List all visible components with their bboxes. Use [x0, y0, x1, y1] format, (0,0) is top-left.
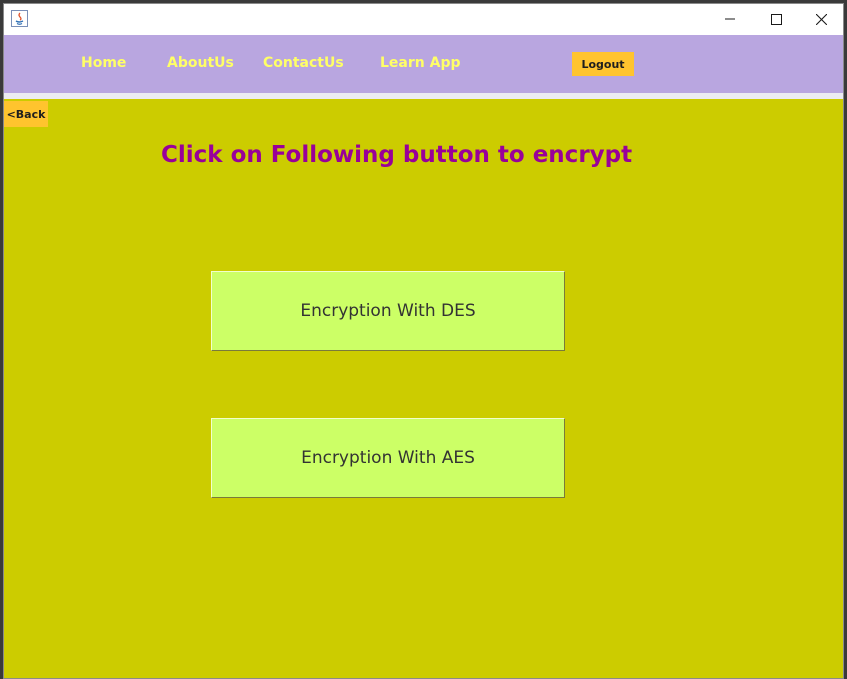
nav-bar: Home AboutUs ContactUs Learn App Logout [4, 35, 843, 93]
app-window: Home AboutUs ContactUs Learn App Logout … [3, 3, 844, 679]
java-app-icon [11, 10, 28, 27]
nav-contactus-link[interactable]: ContactUs [263, 55, 344, 71]
nav-aboutus-link[interactable]: AboutUs [167, 55, 234, 71]
encrypt-aes-button[interactable]: Encryption With AES [211, 418, 565, 498]
close-icon [815, 13, 827, 25]
main-panel: <Back Click on Following button to encry… [4, 99, 843, 678]
back-button[interactable]: <Back [4, 101, 48, 127]
maximize-icon [770, 13, 782, 25]
close-button[interactable] [798, 4, 843, 34]
minimize-button[interactable] [707, 4, 753, 34]
logout-button[interactable]: Logout [572, 52, 634, 76]
title-bar[interactable] [4, 4, 843, 34]
nav-learn-app-link[interactable]: Learn App [380, 55, 461, 71]
page-heading: Click on Following button to encrypt [161, 142, 633, 168]
encrypt-des-button[interactable]: Encryption With DES [211, 271, 565, 351]
maximize-button[interactable] [753, 4, 799, 34]
nav-home-link[interactable]: Home [81, 55, 126, 71]
minimize-icon [725, 18, 735, 20]
